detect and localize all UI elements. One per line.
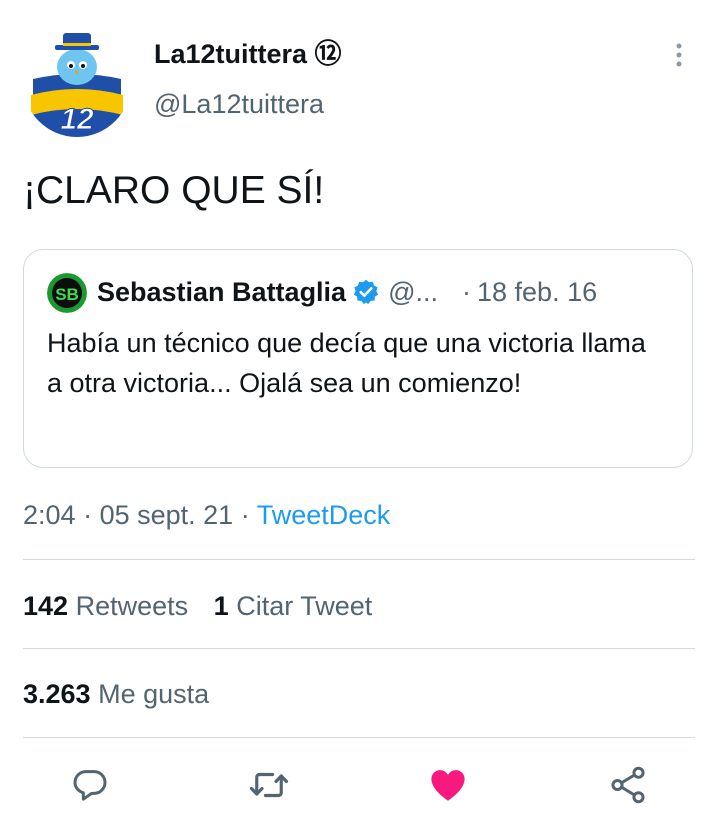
quoted-text: Había un técnico que decía que una victo… [47, 328, 646, 398]
quotes-label: Citar Tweet [236, 591, 373, 621]
retweet-button[interactable] [246, 764, 292, 810]
divider [23, 737, 695, 738]
tweet: 12 La12tuittera ⑫ @La12tuittera ¡CLARO Q… [0, 0, 719, 834]
meta-separator: · [240, 500, 250, 530]
reply-icon [70, 765, 110, 810]
tweet-text: ¡CLARO QUE SÍ! [23, 169, 325, 212]
svg-text:12: 12 [60, 103, 94, 136]
tweet-time[interactable]: 2:04 [23, 500, 76, 530]
retweets-count: 142 [23, 591, 69, 621]
retweets-stat[interactable]: 142 Retweets [23, 591, 188, 621]
more-vertical-icon[interactable] [664, 40, 694, 70]
quoted-date[interactable]: 18 feb. 16 [477, 274, 597, 310]
share-icon [607, 764, 649, 811]
quoted-header: Sebastian Battaglia @... · 18 feb. 16 [97, 274, 597, 310]
divider [23, 648, 695, 649]
likes-label: Me gusta [98, 679, 210, 709]
heart-filled-icon [427, 764, 469, 811]
retweets-label: Retweets [75, 591, 189, 621]
tweet-date[interactable]: 05 sept. 21 [100, 500, 234, 530]
quoted-avatar-text: SB [55, 285, 79, 304]
verified-badge-icon [352, 278, 380, 306]
like-button[interactable] [425, 764, 471, 810]
author-avatar[interactable]: 12 [23, 29, 131, 137]
quoted-tweet[interactable]: SB Sebastian Battaglia @... · 18 feb. 16… [23, 249, 693, 468]
quoted-handle: @... [388, 277, 438, 307]
quoted-avatar: SB [47, 273, 87, 313]
reply-button[interactable] [67, 764, 113, 810]
stats-row-likes[interactable]: 3.263 Me gusta [23, 676, 209, 712]
quoted-name: Sebastian Battaglia [97, 277, 347, 307]
retweet-icon [248, 764, 290, 811]
quotes-stat[interactable]: 1 Citar Tweet [214, 591, 373, 621]
author-handle[interactable]: @La12tuittera [154, 88, 324, 120]
stats-row-retweets: 142 Retweets 1 Citar Tweet [23, 588, 372, 624]
likes-count: 3.263 [23, 679, 91, 709]
share-button[interactable] [605, 764, 651, 810]
quotes-count: 1 [213, 591, 229, 621]
divider [23, 559, 695, 560]
author-name[interactable]: La12tuittera ⑫ [154, 38, 342, 70]
quoted-separator: · [462, 277, 471, 307]
meta-separator: · [83, 500, 93, 530]
tweet-source[interactable]: TweetDeck [257, 500, 391, 530]
tweet-meta: 2:04 · 05 sept. 21 · TweetDeck [23, 497, 390, 533]
